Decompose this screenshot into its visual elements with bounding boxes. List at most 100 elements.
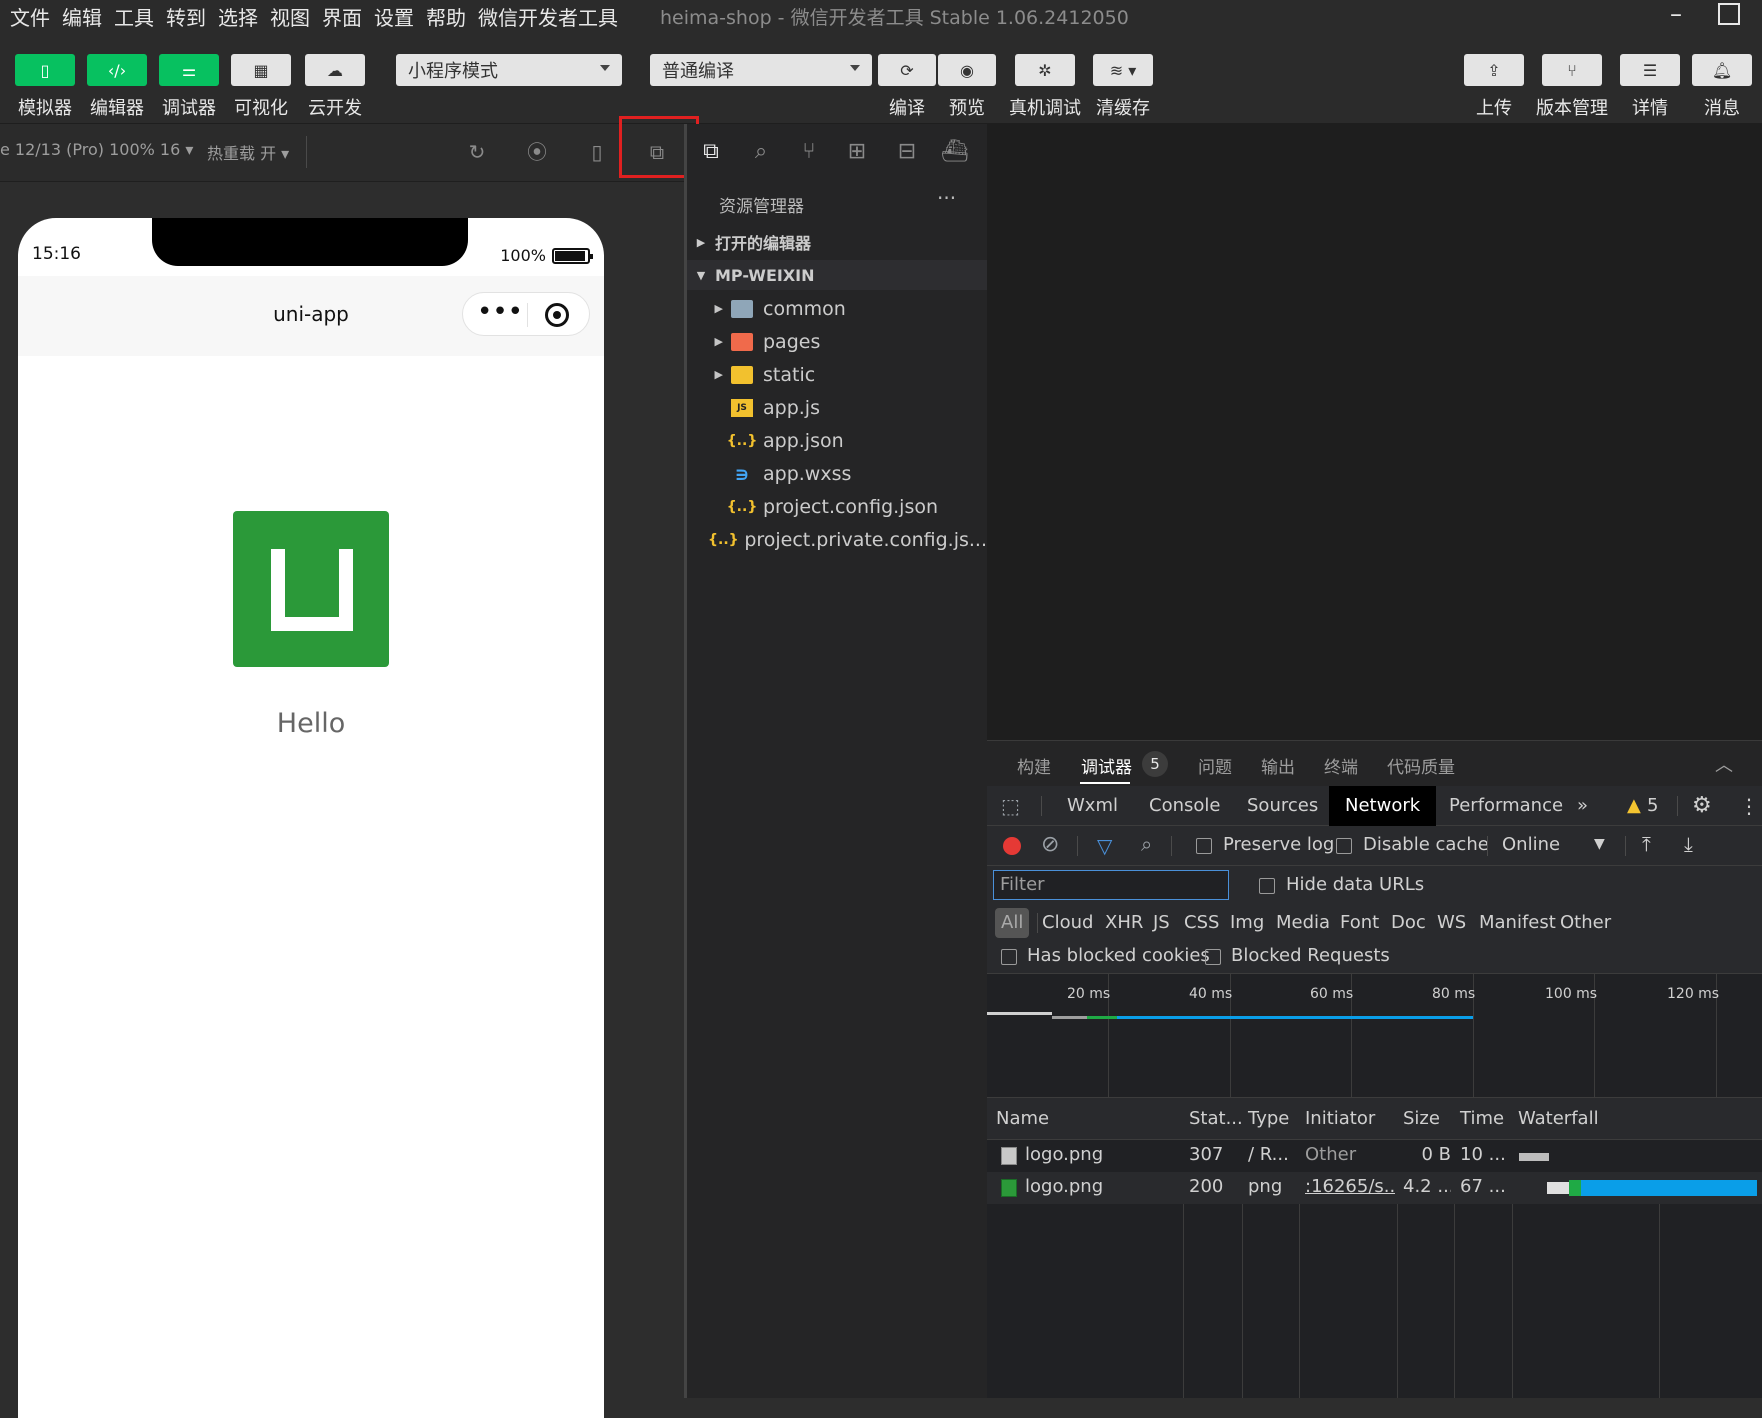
menu-tools[interactable]: 工具 — [114, 2, 154, 31]
menu-help[interactable]: 帮助 — [426, 2, 466, 31]
table-row[interactable]: logo.png 200 png :16265/s... 4.2 ... 67 … — [987, 1172, 1762, 1204]
column-time[interactable]: Time — [1460, 1108, 1504, 1129]
table-row[interactable]: logo.png 307 / R... Other 0 B 10 ... — [987, 1140, 1762, 1172]
compile-button[interactable]: ⟳ — [878, 54, 936, 86]
column-name[interactable]: Name — [996, 1108, 1049, 1129]
record-icon[interactable] — [1003, 837, 1021, 855]
type-media[interactable]: Media — [1276, 908, 1330, 938]
column-initiator[interactable]: Initiator — [1305, 1108, 1375, 1129]
project-section[interactable]: ▼ MP-WEIXIN — [687, 260, 987, 290]
type-cloud[interactable]: Cloud — [1042, 908, 1093, 938]
search-icon[interactable]: ⌕ — [1141, 832, 1152, 856]
device-icon[interactable]: ▯ — [585, 140, 609, 164]
capsule-button[interactable]: ••• — [462, 292, 590, 336]
type-js[interactable]: JS — [1153, 908, 1170, 938]
extensions-icon[interactable]: ⊞ — [843, 138, 871, 166]
type-css[interactable]: CSS — [1184, 908, 1219, 938]
menu-edit[interactable]: 编辑 — [62, 2, 102, 31]
column-waterfall[interactable]: Waterfall — [1518, 1108, 1599, 1129]
tree-item-project-config[interactable]: {..} project.config.json — [687, 490, 987, 523]
tab-wxml[interactable]: Wxml — [1067, 786, 1118, 826]
has-blocked-cookies-checkbox[interactable] — [1001, 949, 1017, 965]
stop-icon[interactable]: ⦿ — [525, 140, 549, 164]
tab-code-quality[interactable]: 代码质量 — [1387, 753, 1455, 778]
tab-console[interactable]: Console — [1149, 786, 1220, 826]
disable-cache-checkbox[interactable] — [1336, 838, 1352, 854]
real-debug-button[interactable]: ✲ — [1015, 54, 1075, 86]
filter-icon[interactable]: ▽ — [1097, 834, 1112, 858]
cloud-button[interactable]: ☁ — [305, 54, 365, 86]
save-icon[interactable]: ⊟ — [893, 138, 921, 166]
column-type[interactable]: Type — [1248, 1108, 1289, 1129]
filter-input[interactable]: Filter — [993, 870, 1229, 900]
clear-icon[interactable]: ⊘ — [1041, 832, 1059, 857]
chevron-up-icon[interactable]: ︿ — [1715, 751, 1733, 777]
rotate-icon[interactable]: ↻ — [465, 140, 489, 164]
menu-view[interactable]: 视图 — [270, 2, 310, 31]
throttle-select[interactable]: Online — [1502, 834, 1560, 855]
menu-interface[interactable]: 界面 — [322, 2, 362, 31]
chevron-down-icon[interactable]: ▼ — [1594, 836, 1605, 852]
more-tabs-icon[interactable]: » — [1577, 786, 1588, 826]
tree-item-app-js[interactable]: JS app.js — [687, 391, 987, 424]
clear-cache-button[interactable]: ≋ ▾ — [1093, 54, 1153, 86]
search-icon[interactable]: ⌕ — [747, 138, 775, 166]
version-button[interactable]: ⑂ — [1542, 54, 1602, 86]
tab-network[interactable]: Network — [1329, 786, 1437, 826]
detail-button[interactable]: ☰ — [1620, 54, 1680, 86]
tree-item-pages[interactable]: ▶ pages — [687, 325, 987, 358]
blocked-requests-checkbox[interactable] — [1205, 949, 1221, 965]
menu-file[interactable]: 文件 — [10, 2, 50, 31]
tab-output[interactable]: 输出 — [1261, 753, 1295, 778]
column-size[interactable]: Size — [1403, 1108, 1440, 1129]
tab-performance[interactable]: Performance — [1449, 786, 1563, 826]
type-all[interactable]: All — [995, 908, 1030, 938]
tree-item-app-json[interactable]: {..} app.json — [687, 424, 987, 457]
more-icon[interactable]: ··· — [937, 186, 956, 210]
menu-settings[interactable]: 设置 — [374, 2, 414, 31]
preview-button[interactable]: ◉ — [938, 54, 996, 86]
warning-icon[interactable]: ▲ — [1627, 786, 1641, 826]
request-initiator-link[interactable]: :16265/s... — [1305, 1176, 1395, 1197]
upload-button[interactable]: ⇪ — [1464, 54, 1524, 86]
import-har-icon[interactable]: ⤒ — [1642, 832, 1651, 856]
visual-button[interactable]: ▦ — [231, 54, 291, 86]
simulator-button[interactable]: ▯ — [15, 54, 75, 86]
tree-item-common[interactable]: ▶ common — [687, 292, 987, 325]
tab-build[interactable]: 构建 — [1017, 753, 1051, 778]
menu-wechat-devtools[interactable]: 微信开发者工具 — [478, 2, 618, 31]
hide-data-urls-checkbox[interactable] — [1259, 878, 1275, 894]
debugger-button[interactable]: ⚌ — [159, 54, 219, 86]
timeline-overview[interactable]: 20 ms 40 ms 60 ms 80 ms 100 ms 120 ms — [987, 974, 1762, 1098]
kebab-menu-icon[interactable]: ⋮ — [1739, 786, 1759, 826]
docker-icon[interactable]: ⛴ — [941, 138, 969, 166]
inspect-element-icon[interactable]: ⬚ — [1001, 786, 1020, 826]
files-icon[interactable]: ⧉ — [697, 138, 725, 166]
type-other[interactable]: Other — [1560, 908, 1611, 938]
tree-item-app-wxss[interactable]: ∍ app.wxss — [687, 457, 987, 490]
type-doc[interactable]: Doc — [1391, 908, 1426, 938]
type-manifest[interactable]: Manifest — [1479, 908, 1556, 938]
type-font[interactable]: Font — [1340, 908, 1379, 938]
close-target-icon[interactable] — [545, 303, 569, 327]
tree-item-static[interactable]: ▶ static — [687, 358, 987, 391]
type-xhr[interactable]: XHR — [1105, 908, 1143, 938]
tree-item-project-private-config[interactable]: {..} project.private.config.js... — [687, 523, 987, 556]
type-img[interactable]: Img — [1230, 908, 1264, 938]
menu-goto[interactable]: 转到 — [166, 2, 206, 31]
tab-terminal[interactable]: 终端 — [1324, 753, 1358, 778]
hot-reload-toggle[interactable]: 热重载 开 ▾ — [207, 140, 289, 164]
tab-debugger[interactable]: 调试器 — [1081, 753, 1132, 778]
device-select[interactable]: e 12/13 (Pro) 100% 16 ▾ — [0, 140, 193, 159]
tab-sources[interactable]: Sources — [1247, 786, 1318, 826]
warning-count[interactable]: 5 — [1647, 786, 1658, 826]
message-button[interactable]: 🔔︎ — [1692, 54, 1752, 86]
tab-problems[interactable]: 问题 — [1198, 753, 1232, 778]
compile-mode-select[interactable]: 普通编译 — [650, 54, 872, 86]
preserve-log-checkbox[interactable] — [1196, 838, 1212, 854]
mode-select[interactable]: 小程序模式 — [396, 54, 622, 86]
maximize-icon[interactable] — [1718, 3, 1740, 25]
menu-select[interactable]: 选择 — [218, 2, 258, 31]
column-status[interactable]: Stat... — [1189, 1108, 1243, 1129]
editor-button[interactable]: ‹/› — [87, 54, 147, 86]
